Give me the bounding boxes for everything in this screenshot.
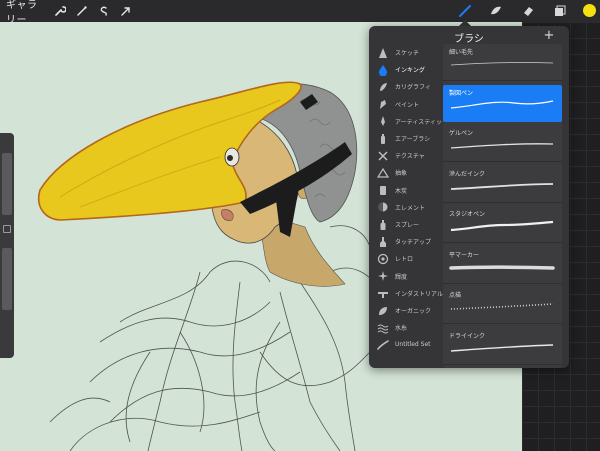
spray-icon (377, 219, 389, 231)
brush-stroke-preview (450, 62, 554, 66)
brush-category-label: テクスチャ (395, 153, 425, 161)
retro-icon (377, 253, 389, 265)
brush-category-label: インキング (395, 67, 425, 75)
transform-arrow-icon[interactable] (118, 3, 134, 19)
brush-category-13[interactable]: レトロ (369, 250, 443, 267)
calligraphy-icon (377, 81, 389, 93)
organic-icon (377, 305, 389, 317)
brush-stroke-preview (450, 303, 554, 310)
brush-item-6[interactable]: 平マーカー (443, 247, 562, 284)
brush-category-label: カリグラフィ (395, 84, 431, 92)
brush-category-label: オーガニック (395, 308, 432, 315)
brush-category-10[interactable]: エレメント (369, 199, 443, 216)
brush-category-label: タッチアップ (395, 239, 432, 247)
brush-category-label: 抽象 (395, 170, 408, 178)
paint-icon (377, 98, 389, 110)
brush-category-label: ペイント (395, 101, 420, 109)
brush-category-list: スケッチインキングカリグラフィ ペイントアーティスティック エアーブラシ テクスチャ抽… (369, 44, 448, 368)
selection-icon[interactable] (96, 3, 112, 19)
wrench-icon[interactable] (52, 3, 68, 19)
smudge-icon[interactable] (487, 2, 505, 20)
brush-category-16[interactable]: オーガニック (369, 302, 443, 319)
texture-icon (377, 150, 389, 162)
add-brush-button[interactable]: + (542, 29, 556, 43)
sketch-lines (49, 225, 381, 451)
charcoal-icon (377, 184, 389, 196)
airbrush-icon (377, 133, 389, 145)
ink-drop-icon (377, 64, 389, 76)
brush-library-popover: ブラシ + スケッチインキングカリグラフィ ペイントアーティスティック エアーブラシ… (369, 26, 569, 368)
brush-stroke-preview (450, 220, 554, 232)
brush-category-2[interactable]: インキング (369, 61, 443, 78)
touchup-icon (377, 236, 389, 248)
brush-stroke-preview (450, 182, 554, 190)
brush-category-1[interactable]: スケッチ (369, 44, 443, 61)
brush-size-slider[interactable] (2, 153, 12, 215)
brush-item-3[interactable]: ゲルペン (443, 125, 562, 162)
brush-category-14[interactable]: 輝度 (369, 268, 443, 285)
brush-category-4[interactable]: ペイント (369, 96, 443, 113)
brush-stroke-preview (450, 143, 554, 149)
brush-category-9[interactable]: 木炭 (369, 182, 443, 199)
brush-category-label: エアーブラシ (395, 136, 431, 143)
brush-category-3[interactable]: カリグラフィ (369, 78, 443, 95)
brush-category-label: スケッチ (395, 50, 420, 57)
brush-category-8[interactable]: 抽象 (369, 164, 443, 181)
brush-category-label: アーティスティック (395, 118, 448, 126)
abstract-icon (377, 167, 389, 179)
untitled-set-icon (377, 339, 389, 351)
brush-category-11[interactable]: スプレー (369, 216, 443, 233)
sketch-icon (377, 47, 389, 59)
brush-category-label: インダストリアル (395, 290, 443, 298)
left-sidebar (0, 133, 14, 358)
industrial-icon (377, 287, 389, 299)
brush-category-12[interactable]: タッチアップ (369, 233, 443, 250)
brush-category-label: スプレー (395, 222, 420, 229)
brush-opacity-slider[interactable] (2, 248, 12, 310)
brush-item-1[interactable]: 細い毛先 (443, 44, 562, 81)
modify-button[interactable] (3, 225, 11, 233)
brush-category-18[interactable]: Untitled Set (369, 336, 443, 353)
brush-category-label: Untitled Set (395, 341, 431, 349)
artistic-icon (377, 115, 389, 127)
brush-category-5[interactable]: アーティスティック (369, 113, 448, 130)
color-picker-button[interactable] (583, 4, 596, 17)
brush-stroke-preview (450, 99, 554, 109)
brush-library-title: ブラシ (454, 34, 484, 45)
brush-category-label: 水糸 (395, 325, 408, 333)
element-icon (377, 201, 389, 213)
brush-category-label: 輝度 (395, 273, 408, 281)
luminance-icon (377, 270, 389, 282)
brush-category-7[interactable]: テクスチャ (369, 147, 443, 164)
brush-stroke-preview (450, 343, 554, 352)
brush-icon[interactable] (456, 2, 474, 20)
brush-stroke-preview (449, 265, 555, 270)
brush-category-label: 木炭 (395, 187, 408, 195)
brush-category-label: レトロ (395, 256, 414, 264)
water-icon (377, 322, 389, 334)
brush-category-15[interactable]: インダストリアル (369, 285, 443, 302)
gallery-button[interactable]: ギャラリー (6, 0, 46, 26)
layers-icon[interactable] (551, 2, 569, 20)
top-toolbar: ギャラリー (0, 0, 600, 26)
brush-category-6[interactable]: エアーブラシ (369, 130, 443, 147)
brush-category-17[interactable]: 水糸 (369, 319, 443, 336)
eraser-icon[interactable] (519, 2, 537, 20)
brush-item-8[interactable]: ドライインク (443, 328, 562, 365)
brush-item-7[interactable]: 点描 (443, 287, 562, 324)
brush-item-5[interactable]: スタジオペン (443, 206, 562, 243)
brush-item-2[interactable]: 製図ペン (443, 84, 562, 122)
brush-category-label: エレメント (395, 204, 426, 212)
brush-list: 細い毛先 製図ペン ゲルペン滲んだインク スタジオペン 平マーカー 点描ドライインク (443, 44, 562, 368)
magic-wand-icon[interactable] (74, 3, 90, 19)
brush-item-4[interactable]: 滲んだインク (443, 166, 562, 203)
